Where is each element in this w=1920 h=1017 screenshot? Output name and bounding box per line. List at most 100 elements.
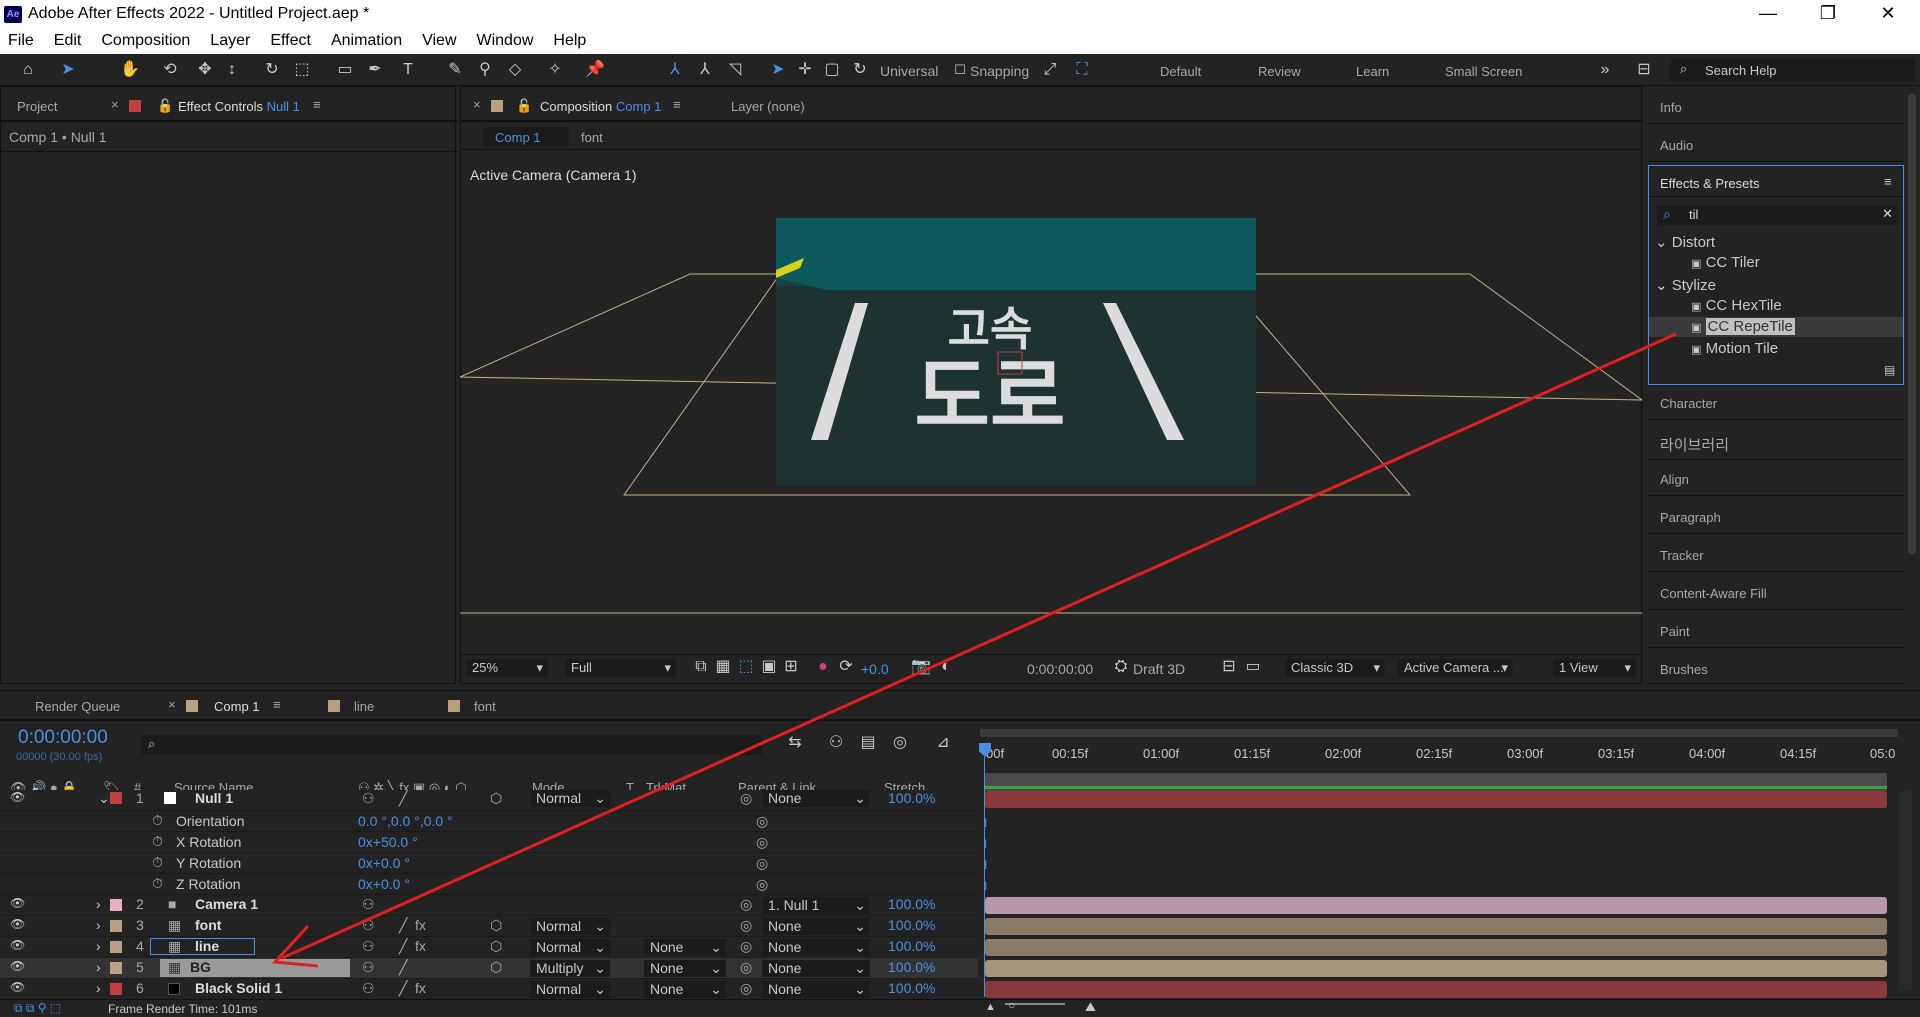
expression-pickwhip-icon[interactable]: ◎ (756, 855, 768, 872)
eraser-tool-icon[interactable]: ◇ (505, 60, 525, 80)
comp-viewer[interactable]: 고속 도로 (460, 170, 1642, 620)
panel-audio[interactable]: Audio (1648, 132, 1904, 162)
trkmat-dropdown[interactable]: None ⌄ (644, 939, 726, 956)
tree-item-cc-hextile[interactable]: ▣ CC HexTile (1691, 297, 1782, 314)
workspace-review[interactable]: Review (1258, 64, 1301, 79)
brush-tool-icon[interactable]: ✎ (445, 60, 465, 80)
label-swatch[interactable] (110, 920, 122, 932)
stopwatch-icon[interactable]: ⏱ (152, 854, 163, 871)
layer-name[interactable]: Camera 1 (195, 896, 258, 912)
prop-row-y-rotation[interactable]: ⏱ Y Rotation 0x+0.0 ° ◎ (0, 853, 978, 874)
tab-close-icon[interactable]: × (473, 97, 481, 112)
tree-item-cc-repetile[interactable]: ▣ CC RepeTile (1691, 318, 1795, 335)
shy-switch-icon[interactable]: ⚇ (362, 938, 375, 955)
region-of-interest-icon[interactable]: ⧉ (691, 657, 711, 677)
zoom-tool-icon[interactable]: ⌕ (120, 60, 140, 80)
minimize-icon[interactable]: — (1748, 3, 1788, 24)
tab-composition[interactable]: Composition Comp 1 (540, 99, 661, 114)
tab-close-icon[interactable]: × (111, 97, 119, 112)
eye-icon[interactable]: 👁 (10, 959, 25, 973)
right-scrollbar[interactable] (1908, 94, 1916, 554)
menu-effect[interactable]: Effect (270, 32, 311, 54)
parent-dropdown[interactable]: None ⌄ (762, 790, 870, 807)
views-layout-dropdown[interactable]: 1 View ▾ (1553, 659, 1636, 677)
work-area-bar[interactable] (980, 729, 1898, 737)
chevron-right-icon[interactable]: › (96, 938, 101, 954)
fx-switch-icon[interactable]: fx (415, 980, 426, 996)
mode-dropdown[interactable]: Multiply ⌄ (530, 960, 610, 977)
3d-layer-icon[interactable]: ⬡ (490, 938, 502, 955)
chevron-right-icon[interactable]: › (96, 980, 101, 996)
chevron-down-icon[interactable]: ⌄ (98, 790, 110, 807)
panel-tracker[interactable]: Tracker (1648, 542, 1904, 572)
panel-library[interactable]: 라이브러리 (1648, 428, 1904, 460)
parent-dropdown[interactable]: None ⌄ (762, 939, 870, 956)
stopwatch-icon[interactable]: ⏱ (152, 833, 163, 850)
quality-switch-icon[interactable]: ╱ (399, 959, 407, 976)
scale-3d-icon[interactable]: ▢ (822, 60, 842, 80)
menu-file[interactable]: File (8, 32, 34, 54)
mode-dropdown[interactable]: Normal ⌄ (530, 790, 610, 807)
pan-camera-icon[interactable]: ✥ (195, 60, 215, 80)
tab-project[interactable]: Project (17, 99, 57, 114)
layer-bar-1[interactable] (985, 791, 1887, 808)
fx-switch-icon[interactable]: fx (415, 938, 426, 954)
pickwhip-icon[interactable]: ◎ (740, 938, 752, 955)
shy-switch-icon[interactable]: ⚇ (362, 980, 375, 997)
trkmat-dropdown[interactable]: None ⌄ (644, 981, 726, 998)
rotate-3d-icon[interactable]: ↻ (850, 60, 870, 80)
prop-value[interactable]: 0x+50.0 ° (358, 834, 418, 850)
stopwatch-icon[interactable]: ⏱ (152, 812, 163, 829)
prop-row-z-rotation[interactable]: ⏱ Z Rotation 0x+0.0 ° ◎ (0, 874, 978, 895)
menu-view[interactable]: View (422, 32, 456, 54)
stretch-value[interactable]: 100.0% (888, 938, 935, 954)
chevron-right-icon[interactable]: › (96, 959, 101, 975)
pen-tool-icon[interactable]: ✒ (365, 60, 385, 80)
parent-dropdown[interactable]: None ⌄ (762, 960, 870, 977)
label-swatch[interactable] (110, 899, 122, 911)
world-axis-icon[interactable]: ⅄ (695, 60, 715, 80)
chevron-right-icon[interactable]: › (96, 896, 101, 912)
quality-switch-icon[interactable]: ╱ (399, 790, 407, 807)
layer-row-6[interactable]: 👁 › 6 Black Solid 1 ⚇ ╱ fx Normal ⌄ None ⌄… (0, 979, 978, 1000)
select-3d-icon[interactable]: ➤ (768, 60, 788, 80)
effects-search-input[interactable]: ⌕ til ✕ (1657, 205, 1897, 225)
label-swatch[interactable] (110, 792, 122, 804)
grid-guides-icon[interactable]: ⊞ (781, 657, 801, 677)
prop-row-x-rotation[interactable]: ⏱ X Rotation 0x+50.0 ° ◎ (0, 832, 978, 853)
resolution-dropdown[interactable]: Full ▾ (565, 659, 676, 677)
rectangle-tool-icon[interactable]: ▭ (335, 60, 355, 80)
panel-menu-icon[interactable]: ≡ (1884, 174, 1892, 189)
fx-switch-icon[interactable]: fx (415, 917, 426, 933)
layer-row-5[interactable]: 👁 › 5 ▦ BG ⚇ ╱ ⬡ Multiply ⌄ None ⌄ ◎ None ⌄… (0, 958, 978, 979)
menu-composition[interactable]: Composition (101, 32, 190, 54)
chevron-right-icon[interactable]: › (96, 917, 101, 933)
tab-render-queue[interactable]: Render Queue (35, 699, 120, 714)
lock-icon[interactable]: 🔓 (157, 98, 173, 114)
tab-effect-controls[interactable]: Effect Controls Null 1 (178, 99, 300, 114)
trkmat-dropdown[interactable]: None ⌄ (644, 960, 726, 977)
shy-switch-icon[interactable]: ⚇ (362, 896, 375, 913)
graph-editor-icon[interactable]: ⊿ (933, 733, 953, 753)
expression-pickwhip-icon[interactable]: ◎ (756, 876, 768, 893)
selection-tool-icon[interactable]: ➤ (58, 60, 78, 80)
zoom-out-icon[interactable]: ▲ (985, 1001, 996, 1013)
pan-behind-icon[interactable]: ⬚ (292, 60, 312, 80)
safe-margins-icon[interactable]: ▣ (759, 657, 779, 677)
draft3d-icon[interactable]: ⛭ (1111, 657, 1131, 677)
layer-bar-2[interactable] (985, 897, 1887, 914)
subtab-font[interactable]: font (581, 130, 603, 145)
layer-name[interactable]: font (195, 917, 221, 933)
shy-switch-icon[interactable]: ⚇ (362, 790, 375, 807)
snapshot-icon[interactable]: 📷 (911, 657, 931, 677)
channel-icon[interactable]: ● (813, 657, 833, 677)
menu-help[interactable]: Help (553, 32, 586, 54)
panel-paragraph[interactable]: Paragraph (1648, 504, 1904, 534)
lock-icon[interactable]: 🔓 (516, 98, 532, 114)
tab-line[interactable]: line (354, 699, 374, 714)
layer-row-2[interactable]: 👁 › 2 ■ Camera 1 ⚇ ◎ 1. Null 1 ⌄ 100.0% (0, 895, 978, 916)
stretch-value[interactable]: 100.0% (888, 790, 935, 806)
quality-switch-icon[interactable]: ╱ (399, 938, 407, 955)
shy-layers-icon[interactable]: ⚇ (826, 733, 846, 753)
view-dropdown[interactable]: Active Camera ... ▾ (1398, 659, 1513, 677)
